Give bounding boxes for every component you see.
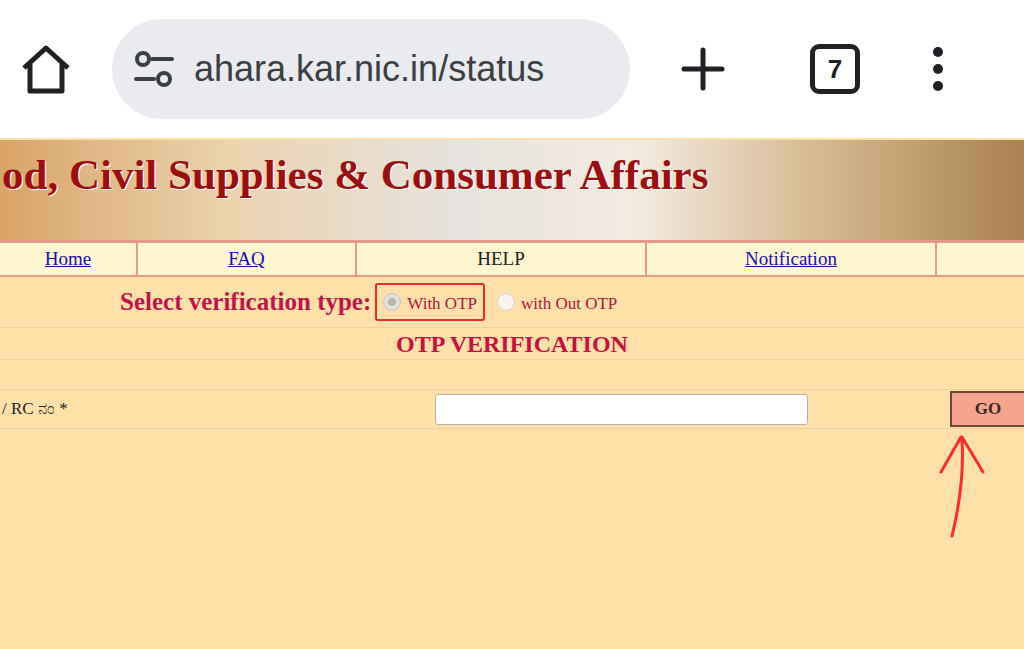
nav-item: HELP [357, 243, 647, 275]
verification-options: With OTP with Out OTP [375, 283, 625, 321]
button-cell: GO [809, 391, 1024, 427]
url-text[interactable]: ahara.kar.nic.in/status [194, 51, 544, 87]
radio-dot [388, 298, 396, 306]
option-label[interactable]: With OTP [407, 287, 477, 317]
verification-option[interactable]: with Out OTP [489, 283, 625, 321]
nav-label[interactable]: Home [45, 245, 91, 274]
heading-row: OTP VERIFICATION [0, 328, 1024, 360]
nav-item[interactable]: FAQ [138, 243, 357, 275]
banner-title: od, Civil Supplies & Consumer Affairs [0, 143, 708, 208]
spacer-row [0, 360, 1024, 390]
site-settings-icon [132, 47, 176, 91]
radio-button[interactable] [383, 293, 401, 311]
verification-label: Select verification type: [120, 283, 371, 321]
field-row: / RC ನಂ * GO [0, 390, 1024, 429]
browser-toolbar: ahara.kar.nic.in/status 7 [0, 0, 1024, 138]
nav-label: HELP [477, 245, 525, 274]
banner: od, Civil Supplies & Consumer Affairs [0, 140, 1024, 240]
option-label[interactable]: with Out OTP [521, 287, 617, 317]
go-button[interactable]: GO [950, 391, 1024, 427]
verification-option[interactable]: With OTP [375, 283, 485, 321]
tab-count-text: 7 [828, 56, 842, 82]
nav-item[interactable]: Notification [647, 243, 937, 275]
nav-filler [937, 243, 1024, 275]
address-bar[interactable]: ahara.kar.nic.in/status [112, 19, 630, 119]
verification-row: Select verification type: With OTP with Ou… [0, 277, 1024, 328]
nav-item[interactable]: Home [0, 243, 138, 275]
nav-label[interactable]: FAQ [228, 245, 265, 274]
nav-bar: Home FAQ HELP Notification [0, 240, 1024, 277]
field-label: / RC ನಂ * [0, 396, 435, 422]
otp-heading: OTP VERIFICATION [396, 326, 628, 362]
tab-count[interactable]: 7 [810, 44, 860, 94]
menu-icon[interactable] [931, 46, 945, 92]
nav-label[interactable]: Notification [745, 245, 837, 274]
rc-number-input[interactable] [435, 394, 808, 425]
radio-button[interactable] [497, 293, 515, 311]
home-icon[interactable] [18, 41, 74, 97]
new-tab-icon[interactable] [680, 46, 726, 92]
annotation-arrow-icon [935, 432, 1005, 542]
